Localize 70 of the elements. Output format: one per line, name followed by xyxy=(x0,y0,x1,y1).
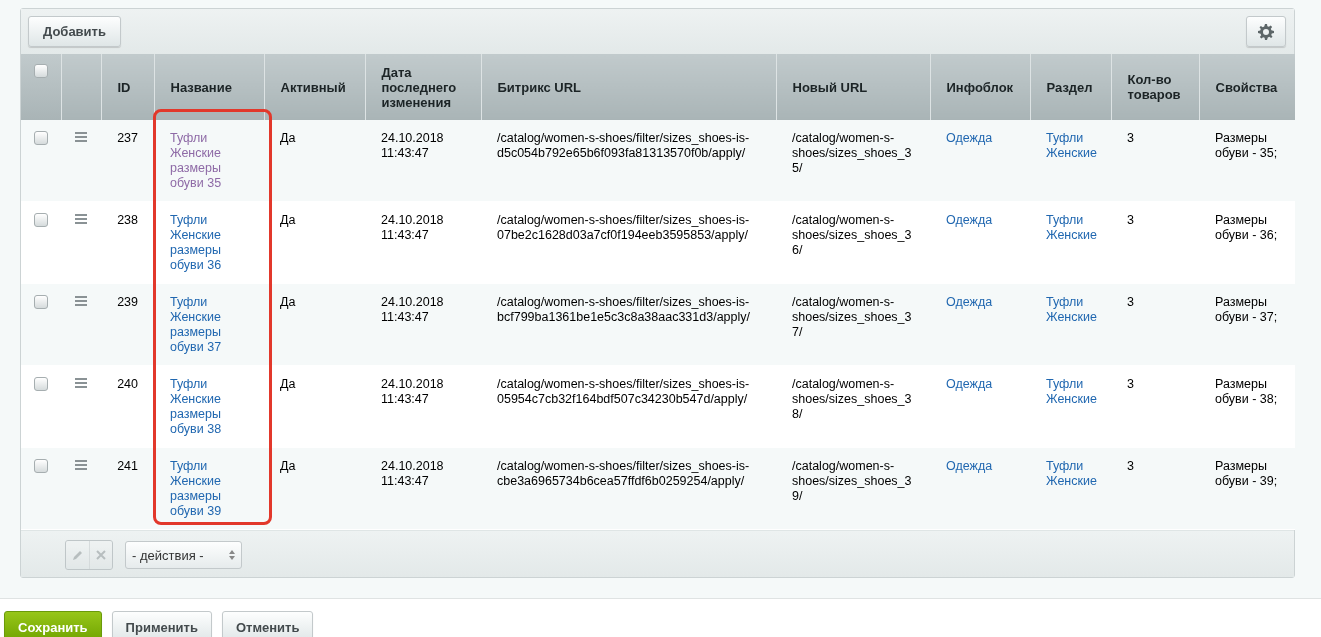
updown-arrows-icon xyxy=(229,550,235,560)
date-cell: 24.10.2018 11:43:47 xyxy=(365,365,481,448)
active-cell: Да xyxy=(264,201,365,284)
column-header[interactable]: Кол-во товаров xyxy=(1111,54,1199,120)
id-cell: 240 xyxy=(101,365,154,448)
drag-handle-icon[interactable] xyxy=(75,214,87,224)
pencil-icon xyxy=(71,549,84,561)
new-url-cell: /catalog/women-s-shoes/sizes_shoes_36/ xyxy=(776,201,930,284)
properties-cell: Размеры обуви - 36; xyxy=(1199,201,1295,284)
count-cell: 3 xyxy=(1111,447,1199,530)
drag-handle-icon[interactable] xyxy=(75,378,87,388)
infoblock-link[interactable]: Одежда xyxy=(946,295,1014,310)
row-checkbox[interactable] xyxy=(34,295,48,309)
properties-cell: Размеры обуви - 37; xyxy=(1199,283,1295,366)
active-cell: Да xyxy=(264,447,365,530)
active-cell: Да xyxy=(264,365,365,448)
column-header[interactable]: Раздел xyxy=(1030,54,1111,120)
select-all-checkbox[interactable] xyxy=(33,64,48,78)
date-cell: 24.10.2018 11:43:47 xyxy=(365,283,481,366)
close-icon xyxy=(96,550,106,560)
id-cell: 239 xyxy=(101,283,154,366)
form-button[interactable]: Применить xyxy=(111,611,212,637)
bitrix-url-cell: /catalog/women-s-shoes/filter/sizes_shoes-is-05954c7cb32f164bdf507c34230b547d/apply/ xyxy=(481,365,776,448)
bitrix-url-cell: /catalog/women-s-shoes/filter/sizes_shoes-is-07be2c1628d03a7cf0f194eeb3595853/apply/ xyxy=(481,201,776,284)
column-header[interactable]: Дата последнего изменения xyxy=(365,54,481,120)
column-header[interactable]: Инфоблок xyxy=(930,54,1030,120)
form-button[interactable]: Отменить xyxy=(221,611,314,637)
properties-cell: Размеры обуви - 38; xyxy=(1199,365,1295,448)
date-cell: 24.10.2018 11:43:47 xyxy=(365,201,481,284)
date-cell: 24.10.2018 11:43:47 xyxy=(365,447,481,530)
column-header[interactable]: Название xyxy=(154,54,264,120)
gear-icon xyxy=(1258,23,1274,40)
settings-button[interactable] xyxy=(1246,16,1286,47)
id-cell: 237 xyxy=(101,120,154,202)
add-button[interactable]: Добавить xyxy=(28,16,121,47)
infoblock-link[interactable]: Одежда xyxy=(946,213,1014,228)
count-cell: 3 xyxy=(1111,120,1199,202)
date-cell: 24.10.2018 11:43:47 xyxy=(365,120,481,202)
id-cell: 238 xyxy=(101,201,154,284)
row-checkbox[interactable] xyxy=(34,213,48,227)
row-checkbox[interactable] xyxy=(34,377,48,391)
column-header[interactable]: Битрикс URL xyxy=(481,54,776,120)
bitrix-url-cell: /catalog/women-s-shoes/filter/sizes_shoes-is-cbe3a6965734b6cea57ffdf6b0259254/apply/ xyxy=(481,447,776,530)
properties-cell: Размеры обуви - 35; xyxy=(1199,120,1295,202)
actions-select[interactable]: - действия - xyxy=(125,541,242,569)
drag-handle-icon[interactable] xyxy=(75,460,87,470)
column-header[interactable]: Активный xyxy=(264,54,365,120)
new-url-cell: /catalog/women-s-shoes/sizes_shoes_37/ xyxy=(776,283,930,366)
bitrix-url-cell: /catalog/women-s-shoes/filter/sizes_shoes-is-d5c054b792e65b6f093fa81313570f0b/apply/ xyxy=(481,120,776,202)
count-cell: 3 xyxy=(1111,283,1199,366)
id-cell: 241 xyxy=(101,447,154,530)
active-cell: Да xyxy=(264,120,365,202)
column-header[interactable]: Новый URL xyxy=(776,54,930,120)
properties-cell: Размеры обуви - 39; xyxy=(1199,447,1295,530)
row-checkbox[interactable] xyxy=(34,459,48,473)
row-checkbox[interactable] xyxy=(34,131,48,145)
new-url-cell: /catalog/women-s-shoes/sizes_shoes_39/ xyxy=(776,447,930,530)
column-header[interactable]: Свойства xyxy=(1199,54,1295,120)
drag-handle-icon[interactable] xyxy=(75,132,87,142)
count-cell: 3 xyxy=(1111,365,1199,448)
new-url-cell: /catalog/women-s-shoes/sizes_shoes_38/ xyxy=(776,365,930,448)
bitrix-url-cell: /catalog/women-s-shoes/filter/sizes_shoes-is-bcf799ba1361be1e5c3c8a38aac331d3/apply/ xyxy=(481,283,776,366)
column-header[interactable]: ID xyxy=(101,54,154,120)
infoblock-link[interactable]: Одежда xyxy=(946,377,1014,392)
infoblock-link[interactable]: Одежда xyxy=(946,131,1014,146)
new-url-cell: /catalog/women-s-shoes/sizes_shoes_35/ xyxy=(776,120,930,202)
active-cell: Да xyxy=(264,283,365,366)
drag-handle-icon[interactable] xyxy=(75,296,87,306)
infoblock-link[interactable]: Одежда xyxy=(946,459,1014,474)
count-cell: 3 xyxy=(1111,201,1199,284)
